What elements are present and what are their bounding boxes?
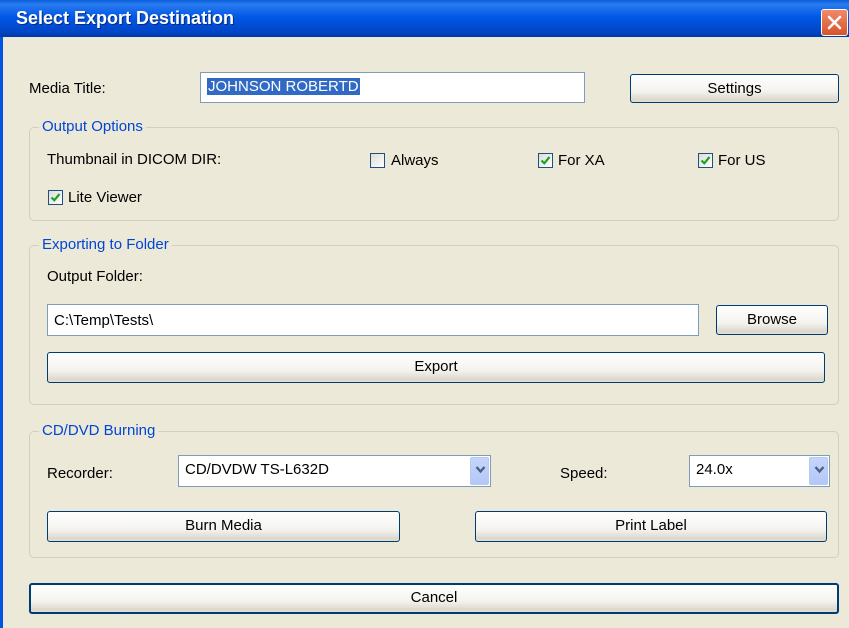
- lite-viewer-checkbox[interactable]: [48, 190, 63, 205]
- chevron-down-icon: [814, 466, 825, 474]
- close-icon: [827, 15, 842, 30]
- thumbnail-label: Thumbnail in DICOM DIR:: [47, 151, 222, 168]
- media-title-input[interactable]: JOHNSON ROBERTD: [200, 72, 585, 103]
- for-us-label: For US: [718, 152, 766, 169]
- always-label: Always: [391, 152, 439, 169]
- cancel-button-label: Cancel: [410, 589, 458, 606]
- title-bar: Select Export Destination: [0, 0, 849, 37]
- speed-dropdown-button[interactable]: [809, 457, 828, 485]
- media-title-value: JOHNSON ROBERTD: [207, 78, 360, 95]
- for-xa-label: For XA: [558, 152, 605, 169]
- export-button-label: Export: [414, 358, 458, 375]
- settings-button[interactable]: Settings: [630, 74, 839, 103]
- recorder-dropdown-button[interactable]: [470, 457, 489, 485]
- output-options-title: Output Options: [39, 118, 146, 135]
- export-button[interactable]: Export: [47, 352, 825, 383]
- recorder-select[interactable]: CD/DVDW TS-L632D: [178, 455, 491, 487]
- window-title: Select Export Destination: [16, 8, 235, 28]
- output-folder-input[interactable]: C:\Temp\Tests\: [47, 304, 699, 336]
- always-checkbox[interactable]: [370, 153, 385, 168]
- burning-title: CD/DVD Burning: [39, 422, 159, 439]
- speed-select[interactable]: 24.0x: [689, 455, 830, 487]
- close-button[interactable]: [821, 9, 848, 36]
- output-options-group: [29, 127, 839, 221]
- recorder-label: Recorder:: [47, 465, 113, 482]
- for-xa-checkbox[interactable]: [538, 153, 553, 168]
- output-folder-value: C:\Temp\Tests\: [54, 312, 154, 329]
- for-us-checkbox[interactable]: [698, 153, 713, 168]
- lite-viewer-label: Lite Viewer: [68, 189, 142, 206]
- burn-media-button[interactable]: Burn Media: [47, 511, 400, 542]
- browse-button[interactable]: Browse: [716, 305, 828, 335]
- media-title-label: Media Title:: [29, 80, 106, 97]
- print-label-button[interactable]: Print Label: [475, 511, 827, 542]
- burn-media-button-label: Burn Media: [185, 517, 262, 534]
- output-folder-label: Output Folder:: [47, 268, 143, 285]
- print-label-button-label: Print Label: [615, 517, 687, 534]
- checkmark-icon: [50, 193, 61, 202]
- checkmark-icon: [700, 156, 711, 165]
- browse-button-label: Browse: [746, 311, 798, 328]
- speed-label: Speed:: [560, 465, 608, 482]
- cancel-button[interactable]: Cancel: [29, 583, 839, 614]
- recorder-value: CD/DVDW TS-L632D: [185, 461, 329, 478]
- window-frame: [0, 37, 3, 628]
- checkmark-icon: [540, 156, 551, 165]
- settings-button-label: Settings: [707, 80, 762, 97]
- speed-value: 24.0x: [696, 461, 733, 478]
- chevron-down-icon: [475, 466, 486, 474]
- export-folder-title: Exporting to Folder: [39, 236, 172, 253]
